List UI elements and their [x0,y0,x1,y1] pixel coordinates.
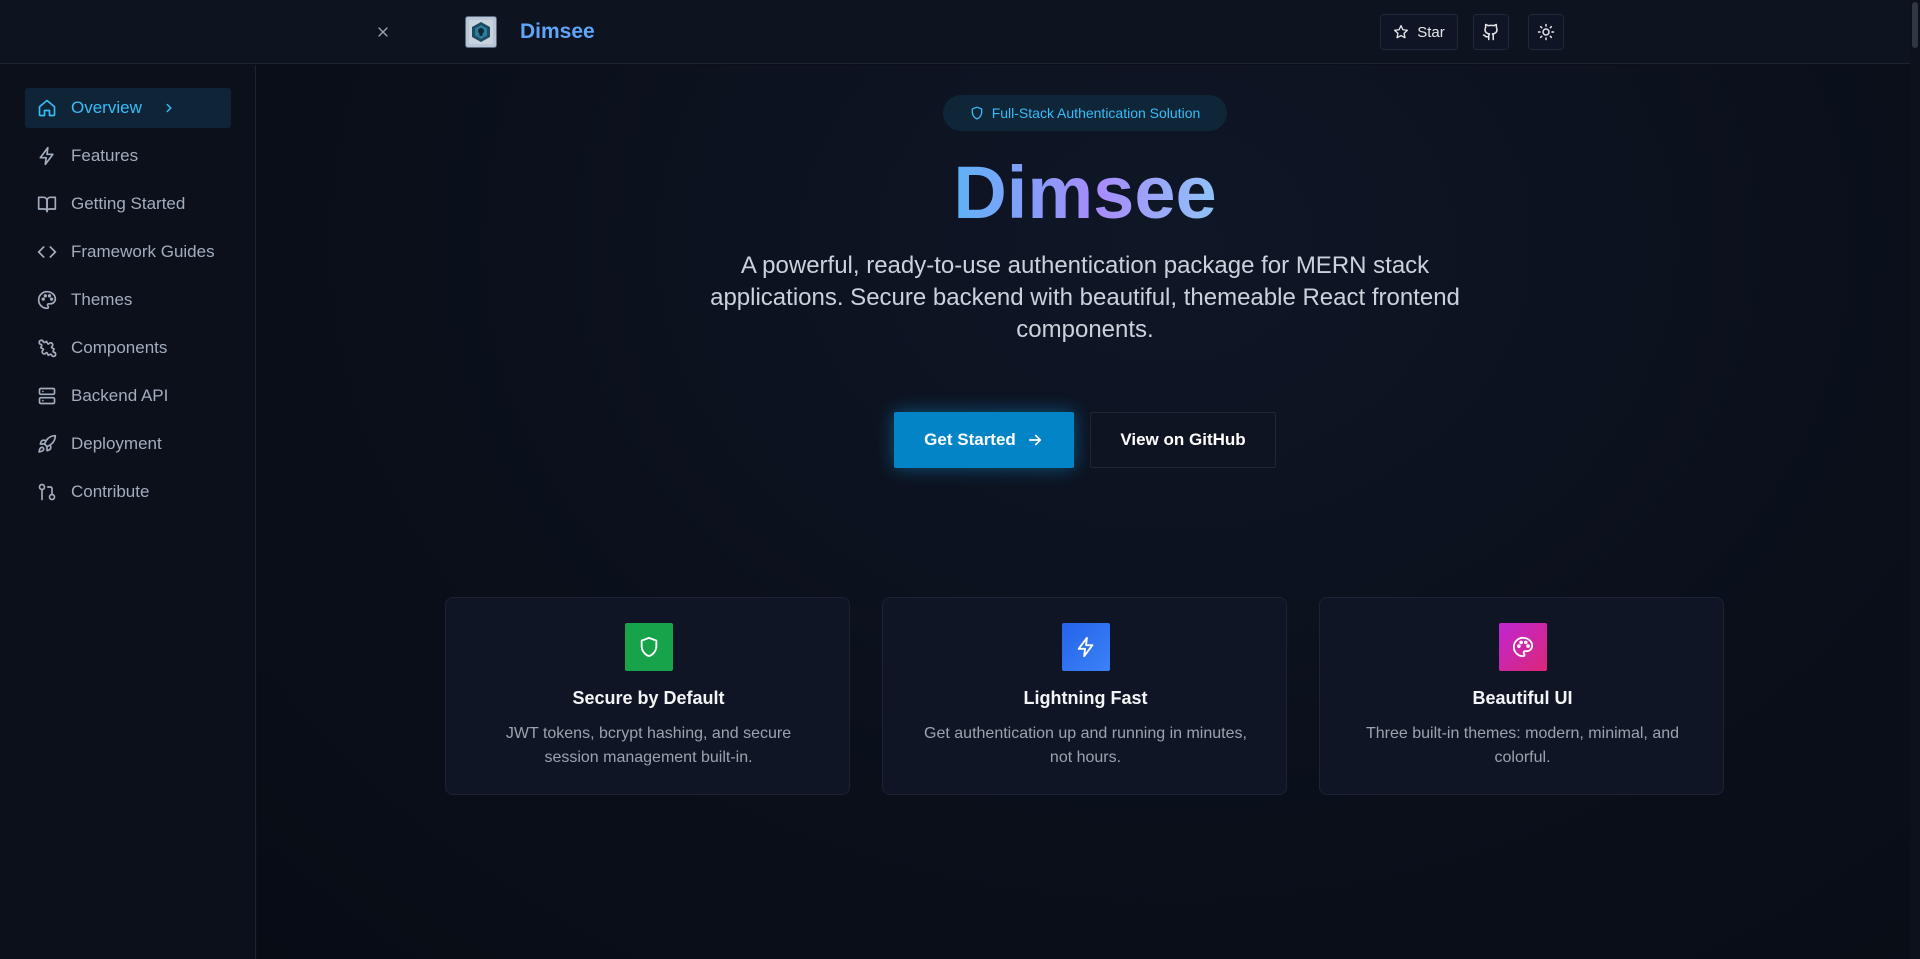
zap-icon [39,146,54,166]
star-label: Star [1417,23,1445,41]
sidebar-item-framework-guides[interactable]: Framework Guides [25,232,231,272]
github-button[interactable] [1473,14,1509,50]
brand-name[interactable]: Dimsee [520,18,595,46]
logo-icon [469,20,493,44]
shield-icon [971,106,983,120]
logo[interactable] [465,16,497,48]
card-text: JWT tokens, bcrypt hashing, and secure s… [505,725,792,766]
page-scrollbar[interactable] [1910,0,1920,959]
sidebar-item-label: Features [71,146,139,165]
sidebar-item-components[interactable]: Components [25,328,231,368]
zap-icon [1077,636,1094,658]
card-text: Three built-in themes: modern, minimal, … [1365,725,1680,766]
github-icon [1482,23,1498,41]
hero-badge-label: Full-Stack Authentication Solution [991,105,1201,121]
star-button[interactable]: Star [1380,14,1458,50]
hero-badge: Full-Stack Authentication Solution [943,95,1227,131]
sidebar-item-overview[interactable]: Overview [25,88,231,128]
view-on-github-label: View on GitHub [1120,430,1246,449]
card-title: Lightning Fast [1023,688,1148,708]
server-icon [38,387,56,405]
book-icon [37,196,57,213]
hero-description: A powerful, ready-to-use authentication … [710,252,1460,343]
sidebar-item-label: Getting Started [71,194,186,213]
hero-title-text: Dimsee [953,151,1217,234]
card-text: Get authentication up and running in min… [924,725,1247,766]
sidebar: Overview Features Getting Started Framew… [0,65,256,959]
sidebar-item-deployment[interactable]: Deployment [25,424,231,464]
feature-card-secure: Secure by Default JWT tokens, bcrypt has… [445,597,850,795]
chevron-right-icon [166,103,172,113]
sidebar-item-themes[interactable]: Themes [25,280,231,320]
card-title: Secure by Default [572,688,725,708]
card-icon-tile [1499,623,1547,671]
git-pull-request-icon [38,483,56,501]
close-icon [378,27,388,37]
hero-title: Dimsee [800,148,1370,238]
puzzle-icon [38,339,57,358]
code-icon [37,246,57,258]
view-on-github-button[interactable]: View on GitHub [1090,412,1276,468]
sidebar-item-label: Overview [71,98,142,117]
sidebar-item-label: Themes [71,290,133,309]
sidebar-item-label: Deployment [71,434,162,453]
feature-card-fast: Lightning Fast Get authentication up and… [882,597,1287,795]
sidebar-item-getting-started[interactable]: Getting Started [25,184,231,224]
palette-icon [1512,636,1534,658]
sidebar-item-features[interactable]: Features [25,136,231,176]
sidebar-item-label: Framework Guides [71,242,215,261]
sidebar-item-label: Backend API [71,386,169,405]
sun-icon [1537,23,1555,41]
shield-icon [640,636,658,658]
scrollbar-thumb[interactable] [1912,2,1918,48]
sidebar-item-backend-api[interactable]: Backend API [25,376,231,416]
star-icon [1394,25,1409,39]
card-icon-tile [625,623,673,671]
card-icon-tile [1062,623,1110,671]
sidebar-item-label: Contribute [71,482,150,501]
home-icon [38,99,56,117]
sidebar-item-label: Components [71,338,168,357]
arrow-right-icon [1028,434,1041,446]
get-started-label: Get Started [924,430,1016,449]
top-header: Dimsee Star [0,0,1920,64]
feature-card-ui: Beautiful UI Three built-in themes: mode… [1319,597,1724,795]
close-sidebar-button[interactable] [370,19,396,45]
theme-toggle-button[interactable] [1528,14,1564,50]
get-started-button[interactable]: Get Started [894,412,1074,468]
palette-icon [37,290,57,310]
sidebar-item-contribute[interactable]: Contribute [25,472,231,512]
card-title: Beautiful UI [1472,688,1573,708]
rocket-icon [38,434,57,453]
